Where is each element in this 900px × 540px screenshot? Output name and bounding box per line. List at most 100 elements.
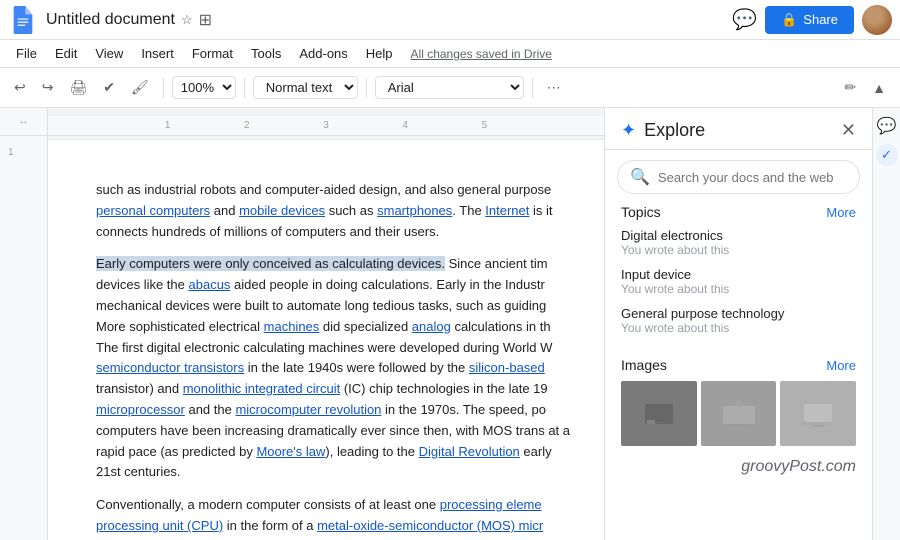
topics-section: Topics More Digital electronics You wrot… — [605, 204, 872, 345]
spellcheck-button[interactable]: ✔ — [97, 75, 121, 100]
menu-tools[interactable]: Tools — [243, 44, 289, 63]
zoom-select[interactable]: 100% 75% 150% — [172, 76, 236, 99]
images-header: Images More — [621, 357, 856, 373]
undo-button[interactable]: ↩ — [8, 75, 32, 100]
images-label: Images — [621, 357, 667, 373]
link-microprocessor[interactable]: microprocessor — [96, 402, 185, 417]
explore-search-input[interactable] — [658, 170, 847, 185]
topics-label: Topics — [621, 204, 661, 220]
topic-title-3: General purpose technology — [621, 306, 856, 321]
images-more-button[interactable]: More — [826, 358, 856, 373]
link-cpu[interactable]: processing unit (CPU) — [96, 518, 223, 533]
autosave-message: All changes saved in Drive — [411, 47, 552, 61]
topic-item-2[interactable]: Input device You wrote about this — [621, 267, 856, 296]
style-select[interactable]: Normal text Heading 1 Heading 2 — [253, 76, 358, 99]
document-page[interactable]: such as industrial robots and computer-a… — [48, 140, 604, 540]
more-options-button[interactable]: ⋯ — [541, 75, 567, 100]
topic-subtitle-2: You wrote about this — [621, 282, 856, 296]
link-moores-law[interactable]: Moore's law — [256, 444, 325, 459]
avatar[interactable] — [862, 5, 892, 35]
explore-search-bar[interactable]: 🔍 — [617, 160, 860, 194]
link-smartphones[interactable]: smartphones — [377, 203, 452, 218]
doc-paragraph-1: such as industrial robots and computer-a… — [96, 180, 570, 242]
explore-title: Explore — [644, 120, 841, 141]
toolbar: ↩ ↪ 🖨 ✔ 🖌 100% 75% 150% Normal text Head… — [0, 68, 900, 108]
link-integrated-circuit[interactable]: monolithic integrated circuit — [183, 381, 341, 396]
top-ruler: 1 2 3 4 5 — [48, 116, 604, 136]
ruler-column: ↔ 1 — [0, 108, 48, 540]
link-processing-element[interactable]: processing eleme — [440, 497, 542, 512]
collapse-toolbar-button[interactable]: ▲ — [866, 76, 892, 100]
ruler-label: ↔ — [19, 116, 29, 127]
share-label: Share — [803, 12, 838, 27]
brand-name: groovyPost.com — [741, 458, 856, 475]
menubar: File Edit View Insert Format Tools Add-o… — [0, 40, 900, 68]
explore-header: ✦ Explore ✕ — [605, 108, 872, 150]
right-sidebar: 💬 ✓ — [872, 108, 900, 540]
link-personal-computers[interactable]: personal computers — [96, 203, 210, 218]
toolbar-divider-3 — [366, 78, 367, 98]
document-area: 1 2 3 4 5 such as industrial robots and … — [48, 108, 604, 540]
link-silicon-based[interactable]: silicon-based — [469, 360, 545, 375]
right-sidebar-check-icon[interactable]: ✓ — [876, 144, 898, 166]
search-icon: 🔍 — [630, 167, 650, 187]
google-docs-logo — [8, 5, 38, 35]
menu-file[interactable]: File — [8, 44, 45, 63]
toolbar-divider-2 — [244, 78, 245, 98]
menu-insert[interactable]: Insert — [133, 44, 182, 63]
link-mobile-devices[interactable]: mobile devices — [239, 203, 325, 218]
pen-button[interactable]: ✏ — [838, 75, 862, 100]
images-row — [621, 381, 856, 446]
menu-view[interactable]: View — [87, 44, 131, 63]
folder-icon[interactable]: ⊞ — [199, 10, 212, 30]
topics-header: Topics More — [621, 204, 856, 220]
link-digital-revolution[interactable]: Digital Revolution — [419, 444, 520, 459]
highlight-text: Early computers were only conceived as c… — [96, 256, 445, 271]
share-lock-icon: 🔒 — [781, 12, 797, 28]
toolbar-divider-1 — [163, 78, 164, 98]
paint-format-button[interactable]: 🖌 — [125, 75, 155, 100]
doc-paragraph-3: Conventionally, a modern computer consis… — [96, 495, 570, 540]
right-sidebar-chat-icon[interactable]: 💬 — [877, 116, 897, 136]
share-button[interactable]: 🔒 Share — [765, 6, 854, 34]
star-icon[interactable]: ☆ — [181, 12, 193, 28]
link-semiconductor[interactable]: semiconductor transistors — [96, 360, 244, 375]
print-button[interactable]: 🖨 — [63, 75, 93, 100]
topic-subtitle-3: You wrote about this — [621, 321, 856, 335]
link-analog[interactable]: analog — [412, 319, 451, 334]
explore-content: Topics More Digital electronics You wrot… — [605, 204, 872, 540]
explore-panel: ✦ Explore ✕ 🔍 Topics More Digital electr… — [604, 108, 872, 540]
topbar-right: 💬 🔒 Share — [732, 5, 892, 35]
doc-paragraph-2: Early computers were only conceived as c… — [96, 254, 570, 483]
image-thumb-3[interactable] — [780, 381, 856, 446]
menu-format[interactable]: Format — [184, 44, 241, 63]
link-mos[interactable]: metal-oxide-semiconductor (MOS) micr — [317, 518, 543, 533]
link-internet[interactable]: Internet — [485, 203, 529, 218]
topic-title-2: Input device — [621, 267, 856, 282]
topics-more-button[interactable]: More — [826, 205, 856, 220]
chat-icon[interactable]: 💬 — [732, 7, 757, 32]
link-microcomputer[interactable]: microcomputer revolution — [235, 402, 381, 417]
toolbar-divider-4 — [532, 78, 533, 98]
menu-addons[interactable]: Add-ons — [291, 44, 355, 63]
doc-title[interactable]: Untitled document — [46, 11, 175, 29]
topic-subtitle-1: You wrote about this — [621, 243, 856, 257]
menu-edit[interactable]: Edit — [47, 44, 85, 63]
explore-icon: ✦ — [621, 120, 636, 141]
ruler-numbers: 1 — [0, 136, 47, 162]
doc-title-area: Untitled document ☆ ⊞ — [46, 10, 732, 30]
menu-help[interactable]: Help — [358, 44, 401, 63]
link-machines[interactable]: machines — [264, 319, 320, 334]
link-abacus[interactable]: abacus — [189, 277, 231, 292]
image-thumb-2[interactable] — [701, 381, 777, 446]
main-area: ↔ 1 1 2 3 4 5 such as industrial robots … — [0, 108, 900, 540]
topic-item-3[interactable]: General purpose technology You wrote abo… — [621, 306, 856, 335]
redo-button[interactable]: ↪ — [36, 75, 60, 100]
images-section: Images More — [605, 357, 872, 446]
explore-close-button[interactable]: ✕ — [841, 120, 856, 141]
groovy-footer: groovyPost.com — [605, 442, 856, 480]
font-select[interactable]: Arial Times New Roman — [375, 76, 524, 99]
topic-item-1[interactable]: Digital electronics You wrote about this — [621, 228, 856, 257]
image-thumb-1[interactable] — [621, 381, 697, 446]
topbar: Untitled document ☆ ⊞ 💬 🔒 Share — [0, 0, 900, 40]
